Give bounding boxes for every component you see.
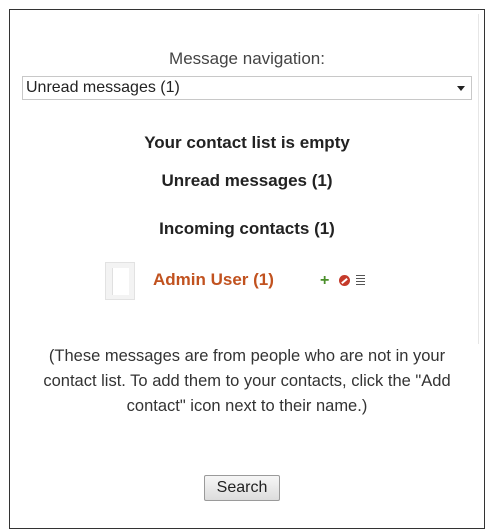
message-navigation-selected-value: Unread messages (1) [26,79,180,96]
message-navigation-select[interactable]: Unread messages (1) [22,76,472,100]
message-history-icon[interactable] [356,275,365,287]
incoming-contact-row: Admin User (1) + [105,262,405,302]
chevron-down-icon [457,86,465,91]
incoming-contacts-heading: Incoming contacts (1) [159,219,335,238]
block-contact-icon[interactable] [339,275,350,286]
search-button[interactable]: Search [204,475,280,501]
avatar [105,262,135,300]
contact-list-empty-heading: Your contact list is empty [144,133,350,152]
contact-name-link[interactable]: Admin User (1) [153,270,274,290]
message-navigation-label: Message navigation: [169,49,325,68]
unread-messages-heading: Unread messages (1) [161,171,333,190]
add-contact-icon[interactable]: + [320,273,329,289]
incoming-contacts-info-text: (These messages are from people who are … [43,347,451,415]
